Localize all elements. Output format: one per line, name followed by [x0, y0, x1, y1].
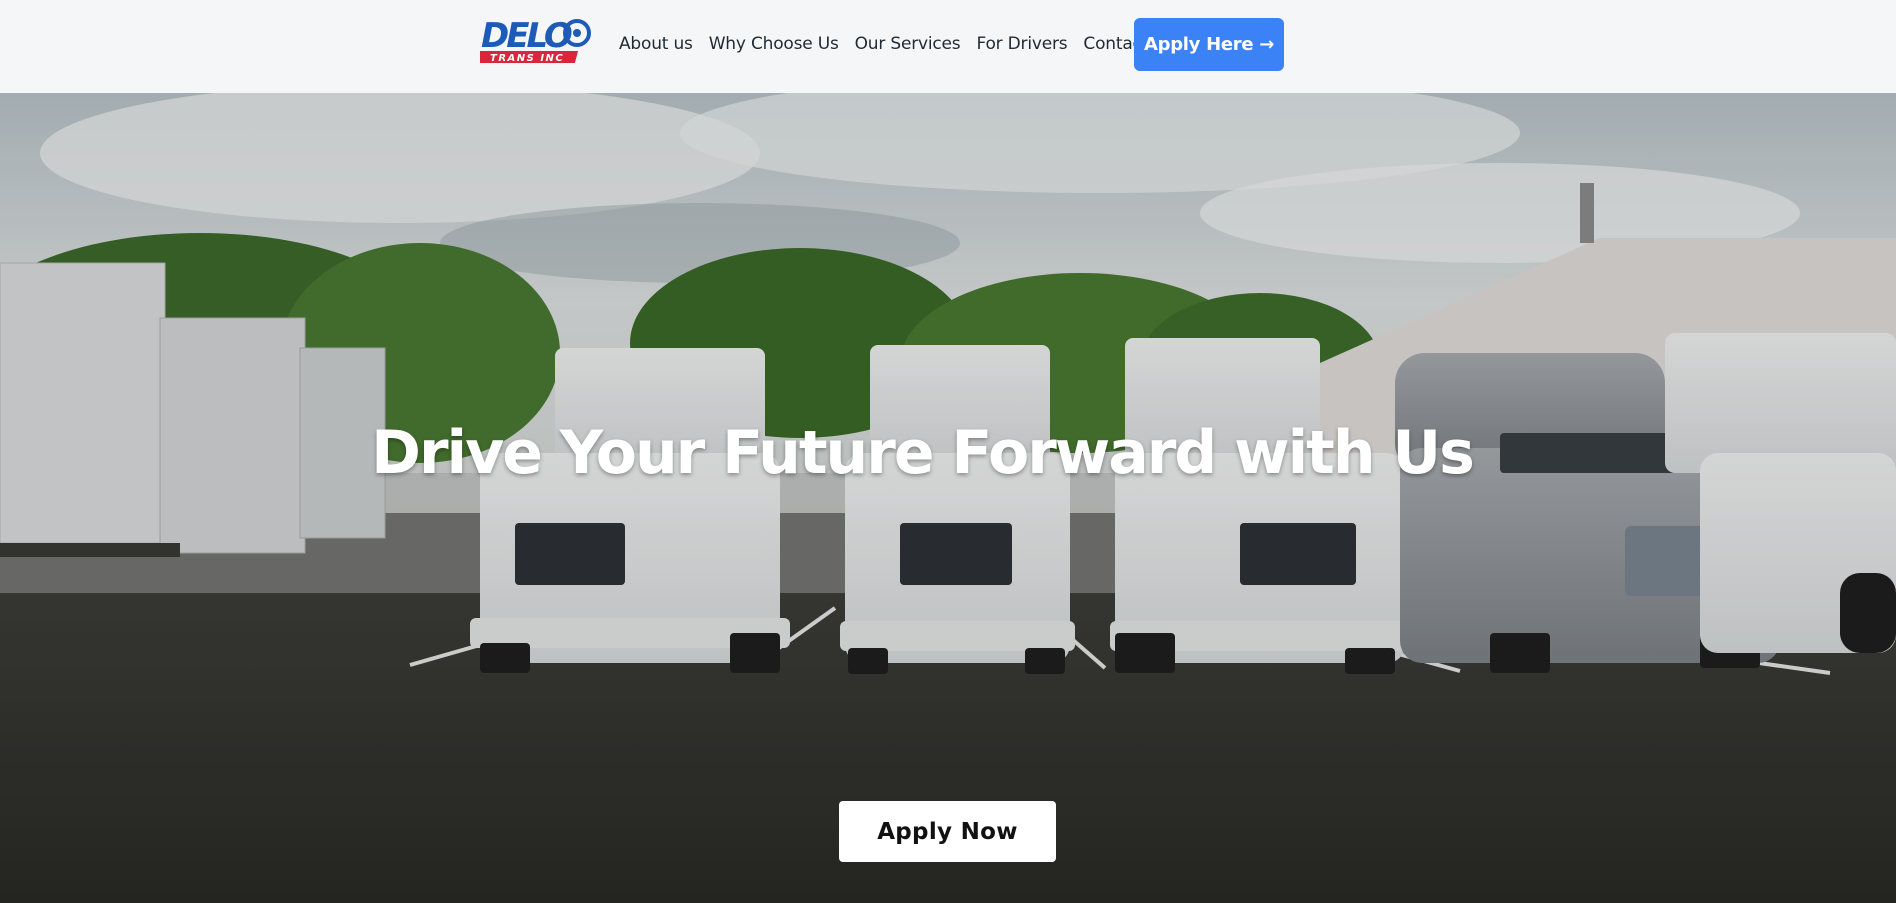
- nav-our-services[interactable]: Our Services: [855, 34, 961, 54]
- nav-about-us[interactable]: About us: [619, 34, 693, 54]
- delo-trans-logo[interactable]: DELO TRANS INC: [468, 14, 592, 64]
- nav-for-drivers[interactable]: For Drivers: [976, 34, 1067, 54]
- hero-background-image: [0, 93, 1896, 903]
- apply-now-button[interactable]: Apply Now: [839, 801, 1056, 862]
- nav-why-choose-us[interactable]: Why Choose Us: [709, 34, 839, 54]
- logo-main-text: DELO: [481, 16, 572, 56]
- apply-here-button[interactable]: Apply Here →: [1134, 18, 1284, 71]
- logo-icon: DELO TRANS INC: [468, 16, 591, 64]
- site-header: DELO TRANS INC About us Why Choose Us Ou…: [0, 0, 1896, 93]
- logo-sub-text: TRANS INC: [490, 53, 564, 64]
- hero-section: Drive Your Future Forward with Us Apply …: [0, 93, 1896, 903]
- main-nav: About us Why Choose Us Our Services For …: [619, 0, 1173, 87]
- hero-headline: Drive Your Future Forward with Us: [371, 418, 1475, 488]
